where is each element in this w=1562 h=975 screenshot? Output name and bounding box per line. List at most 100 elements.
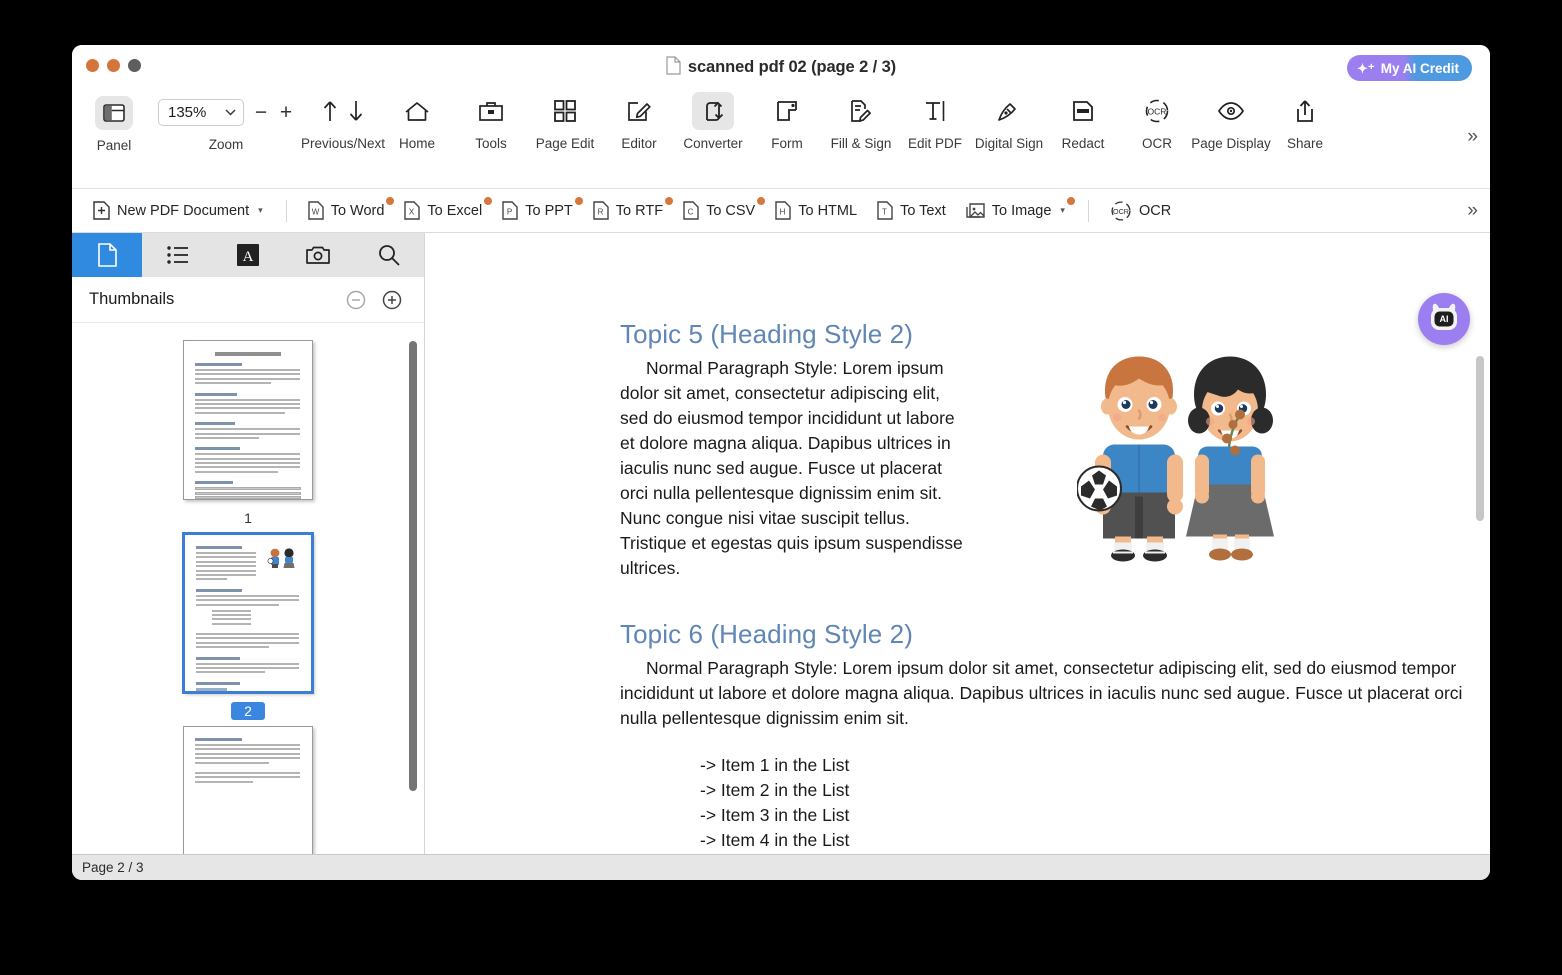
sidebar-tab-search[interactable] — [354, 233, 424, 277]
sidebar-tab-annotations[interactable]: A — [213, 233, 283, 277]
convert-label: To Text — [900, 202, 946, 219]
convert-arrows-icon — [692, 92, 734, 130]
sidebar: A Thumbnails 1 2 — [72, 233, 425, 854]
toolbar-item-redact[interactable]: Redact — [1046, 90, 1120, 151]
convert-label: To RTF — [615, 202, 664, 219]
ocr-label: OCR — [1138, 202, 1172, 219]
chevron-down-icon: ▾ — [1060, 205, 1065, 215]
toolbar-item-previous-next[interactable]: Previous/Next — [301, 90, 385, 151]
arrow-up-down-icon — [307, 92, 379, 130]
toolbar-item-label: Tools — [475, 136, 507, 151]
zoom-select[interactable]: 135% — [158, 98, 244, 126]
thumbnail-item[interactable]: 3 — [72, 726, 424, 854]
toolbar-items: Previous/Next Home Tools Page Edit Edito… — [301, 90, 1342, 151]
home-icon — [394, 92, 440, 130]
text-file-icon: T — [877, 201, 893, 220]
topic6-heading: Topic 6 (Heading Style 2) — [620, 619, 913, 649]
converter-toolbar: New PDF Document ▾ W To Word X To Excel … — [72, 189, 1490, 233]
thumbnail-kids-illustration — [267, 548, 295, 568]
toolbar-item-form[interactable]: Form — [750, 90, 824, 151]
search-icon — [378, 244, 400, 266]
convert-to-html-button[interactable]: H To HTML — [766, 197, 866, 224]
application-window: scanned pdf 02 (page 2 / 3) ✦⁺ My AI Cre… — [72, 45, 1490, 880]
toolbar-item-label: OCR — [1142, 136, 1172, 151]
thumbnail-page-number: 2 — [231, 702, 265, 720]
toolbar-overflow-button[interactable]: » — [1467, 126, 1478, 148]
convert-to-word-button[interactable]: W To Word — [299, 197, 395, 224]
convert-to-ppt-button[interactable]: P To PPT — [493, 197, 583, 224]
thumbnails-list[interactable]: 1 2 — [72, 323, 424, 854]
excel-file-icon: X — [404, 201, 421, 220]
form-icon — [766, 92, 808, 130]
html-file-icon: H — [775, 201, 791, 220]
toolbar-item-share[interactable]: Share — [1268, 90, 1342, 151]
sidebar-tab-snapshot[interactable] — [283, 233, 353, 277]
ai-assistant-button[interactable]: AI — [1418, 293, 1470, 345]
new-badge — [574, 197, 583, 205]
convert-to-rtf-button[interactable]: R To RTF — [584, 197, 674, 224]
sidebar-tab-outline[interactable] — [142, 233, 212, 277]
thumbnail-page-preview — [183, 340, 313, 500]
new-pdf-document-button[interactable]: New PDF Document ▾ — [84, 197, 272, 224]
zoom-in-button[interactable]: + — [278, 102, 294, 123]
image-file-icon — [966, 201, 985, 220]
thumbnail-page-number: 1 — [244, 510, 252, 526]
minus-circle-icon[interactable] — [346, 290, 366, 310]
toolbar-item-tools[interactable]: Tools — [454, 90, 528, 151]
toolbar-item-editor[interactable]: Editor — [602, 90, 676, 151]
toolbar-item-home[interactable]: Home — [380, 90, 454, 151]
grid-squares-icon — [544, 92, 586, 130]
camera-icon — [306, 245, 331, 265]
toolbar-separator — [1087, 199, 1089, 222]
toolbar-item-label: Editor — [621, 136, 657, 151]
list-item: -> Item 2 in the List — [700, 780, 850, 800]
list-item: -> Item 1 in the List — [700, 755, 850, 775]
document-viewer[interactable]: Topic 5 (Heading Style 2) Normal Paragra… — [425, 233, 1490, 854]
convert-to-csv-button[interactable]: C To CSV — [674, 197, 766, 224]
ocr-button[interactable]: OCR OCR — [1101, 196, 1180, 226]
panel-toggle-button[interactable]: Panel — [82, 90, 146, 153]
thumbnail-page-preview — [183, 726, 313, 854]
new-badge — [386, 197, 395, 205]
topic5-paragraph: Normal Paragraph Style: Lorem ipsum dolo… — [620, 358, 963, 578]
document-scrollbar[interactable] — [1476, 356, 1484, 521]
convert-to-image-button[interactable]: To Image ▾ — [957, 197, 1075, 224]
converter-overflow-button[interactable]: » — [1467, 200, 1478, 222]
sidebar-tabs: A — [72, 233, 424, 277]
status-bar: Page 2 / 3 — [72, 854, 1490, 880]
zoom-out-button[interactable]: − — [253, 102, 269, 123]
toolbar-item-converter[interactable]: Converter — [676, 90, 750, 151]
plus-circle-icon[interactable] — [382, 290, 402, 310]
list-item: -> Item 4 in the List — [700, 830, 850, 850]
document-icon — [666, 56, 681, 75]
toolbar-item-edit-pdf[interactable]: Edit PDF — [898, 90, 972, 151]
fountain-pen-icon — [987, 92, 1031, 130]
toolbar-item-label: Page Edit — [535, 136, 595, 151]
redact-icon — [1063, 92, 1103, 130]
toolbar-item-label: Converter — [683, 136, 743, 151]
topic5-section: Topic 5 (Heading Style 2) Normal Paragra… — [620, 319, 1380, 581]
toolbar-item-fill-and-sign[interactable]: Fill & Sign — [824, 90, 898, 151]
convert-to-excel-button[interactable]: X To Excel — [395, 197, 493, 224]
csv-file-icon: C — [683, 201, 699, 220]
share-icon — [1284, 92, 1326, 130]
thumbnail-item[interactable]: 1 — [72, 340, 424, 527]
convert-label: To Image — [991, 202, 1052, 219]
boy-figure — [1077, 356, 1183, 562]
my-ai-credit-label: My AI Credit — [1380, 60, 1459, 76]
convert-to-text-button[interactable]: T To Text — [868, 197, 955, 224]
thumbnails-scrollbar[interactable] — [409, 341, 417, 791]
topic6-list: -> Item 1 in the List -> Item 2 in the L… — [700, 753, 1465, 853]
topic6-section: Topic 6 (Heading Style 2) Normal Paragra… — [620, 619, 1465, 853]
toolbar-item-ocr[interactable]: OCR OCR — [1120, 90, 1194, 151]
thumbnail-item[interactable]: 2 — [72, 533, 424, 720]
toolbar-item-digital-sign[interactable]: Digital Sign — [972, 90, 1046, 151]
ocr-icon: OCR — [1110, 200, 1132, 222]
toolbar-item-label: Edit PDF — [907, 136, 962, 151]
thumbnail-page-preview — [183, 533, 313, 693]
my-ai-credit-button[interactable]: ✦⁺ My AI Credit — [1346, 55, 1472, 81]
sidebar-tab-thumbnails[interactable] — [72, 233, 143, 277]
toolbar-item-page-display[interactable]: Page Display — [1191, 90, 1271, 151]
panel-label: Panel — [96, 138, 132, 153]
toolbar-item-page-edit[interactable]: Page Edit — [528, 90, 602, 151]
